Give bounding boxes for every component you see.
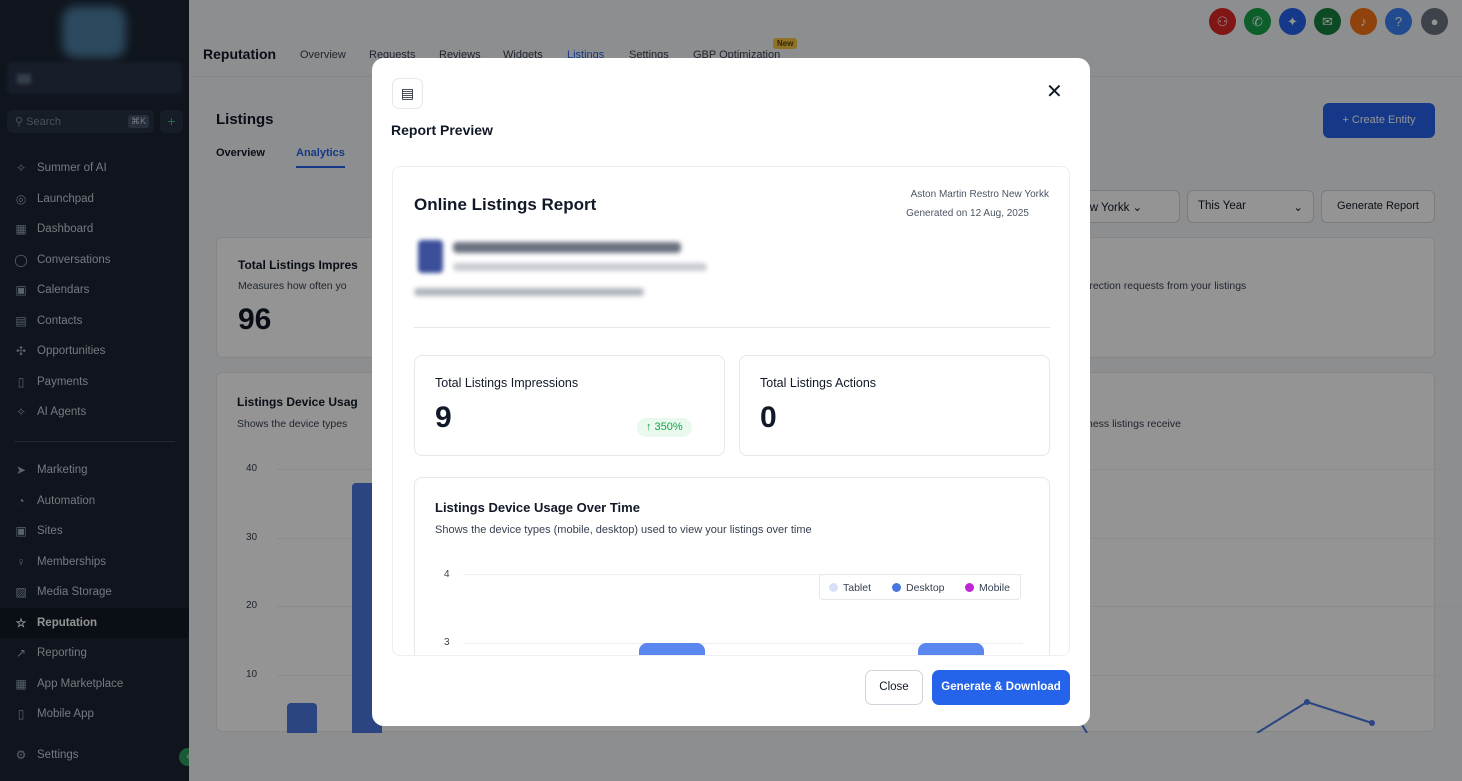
app-window: ⚲ Search ⌘K + ✧ Summer of AI ◎ Launchpad ▦… [0, 0, 1462, 781]
legend-dot [829, 583, 838, 592]
stat-value: 9 [435, 401, 452, 434]
document-icon: ▤ [392, 78, 423, 109]
legend-dot [965, 583, 974, 592]
business-avatar [418, 240, 443, 273]
impressions-stat-card: Total Listings Impressions 9 ↑ 350% [414, 355, 725, 456]
report-title: Online Listings Report [414, 195, 597, 214]
generate-download-button[interactable]: Generate & Download [932, 670, 1070, 705]
chart-title: Listings Device Usage Over Time [435, 500, 640, 515]
change-badge: ↑ 350% [637, 418, 692, 437]
chart-description: Shows the device types (mobile, desktop)… [435, 524, 812, 536]
legend-tablet[interactable]: Tablet [829, 582, 871, 594]
stat-value: 0 [760, 401, 777, 434]
stat-title: Total Listings Actions [760, 376, 877, 390]
blurred-heading [453, 242, 681, 253]
legend-mobile[interactable]: Mobile [965, 582, 1010, 594]
y-tick: 4 [444, 569, 450, 580]
y-tick: 3 [444, 637, 450, 648]
modal-title: Report Preview [391, 122, 493, 138]
blurred-subheading [453, 263, 707, 271]
actions-stat-card: Total Listings Actions 0 [739, 355, 1050, 456]
legend-desktop[interactable]: Desktop [892, 582, 945, 594]
close-icon[interactable]: ✕ [1046, 80, 1063, 104]
chart-bar [918, 643, 984, 655]
divider [414, 327, 1050, 328]
report-preview-modal: ▤ Report Preview ✕ Online Listings Repor… [372, 58, 1090, 726]
close-button[interactable]: Close [865, 670, 923, 705]
blurred-period [414, 288, 644, 296]
chart-legend: Tablet Desktop Mobile [819, 574, 1021, 600]
stat-title: Total Listings Impressions [435, 376, 579, 390]
legend-dot [892, 583, 901, 592]
generated-date: Generated on 12 Aug, 2025 [906, 208, 1029, 219]
legend-label: Mobile [979, 582, 1010, 594]
business-name: Aston Martin Restro New Yorkk [910, 189, 1049, 200]
legend-label: Tablet [843, 582, 872, 594]
report-preview-body[interactable]: Online Listings Report Aston Martin Rest… [392, 166, 1070, 656]
legend-label: Desktop [906, 582, 945, 594]
device-usage-chart-card: Listings Device Usage Over Time Shows th… [414, 477, 1050, 655]
chart-bar [639, 643, 705, 655]
